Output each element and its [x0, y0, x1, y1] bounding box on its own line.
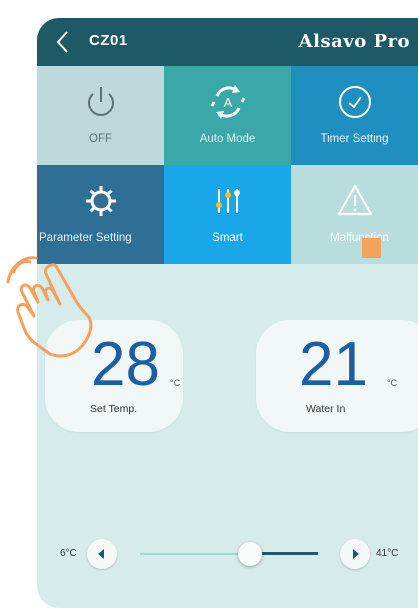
auto-mode-tile[interactable]: A Auto Mode	[164, 66, 291, 165]
smart-label: Smart	[212, 232, 243, 244]
timer-setting-tile[interactable]: Timer Setting	[291, 66, 418, 165]
off-tile[interactable]: OFF	[37, 66, 164, 165]
timer-setting-label: Timer Setting	[320, 133, 389, 145]
water-in-label: Water In	[306, 403, 346, 415]
app-title: Alsavo Pro	[298, 31, 410, 52]
edge-marker	[362, 238, 381, 258]
back-icon[interactable]	[53, 29, 73, 55]
parameter-setting-label: Parameter Setting	[39, 232, 132, 244]
clock-icon	[338, 86, 371, 118]
parameter-setting-tile[interactable]: Parameter Setting	[37, 165, 164, 264]
sliders-icon	[215, 189, 240, 213]
water-in-card: 21 °C Water In	[256, 320, 418, 432]
function-grid: OFF A Auto Mode Timer Setting Parameter …	[37, 66, 418, 264]
min-temp-label: 6°C	[60, 548, 77, 559]
auto-mode-label: Auto Mode	[199, 133, 256, 145]
water-in-unit: °C	[387, 378, 398, 388]
power-icon	[87, 87, 114, 116]
device-name: CZ01	[89, 32, 128, 49]
temperature-slider: 6°C 41°C	[0, 530, 418, 580]
increase-button[interactable]	[340, 539, 370, 569]
slider-track[interactable]	[140, 553, 251, 555]
slider-thumb[interactable]	[238, 542, 263, 566]
left-arrow-icon	[98, 549, 104, 559]
pointing-hand-icon	[6, 256, 93, 358]
right-arrow-icon	[353, 549, 359, 559]
gear-icon	[85, 186, 116, 216]
malfunction-tile[interactable]: Malfunction	[291, 165, 418, 264]
malfunction-label: Malfunction	[330, 232, 389, 244]
water-in-value: 21	[299, 330, 368, 399]
set-temp-label: Set Temp.	[90, 403, 138, 415]
set-temp-unit: °C	[170, 378, 181, 388]
auto-mode-icon: A	[210, 85, 245, 119]
svg-text:A: A	[223, 95, 232, 110]
max-temp-label: 41°C	[376, 548, 399, 559]
smart-tile[interactable]: Smart	[164, 165, 291, 264]
top-bar: CZ01 Alsavo Pro	[37, 18, 418, 66]
decrease-button[interactable]	[87, 539, 117, 569]
off-label: OFF	[89, 133, 112, 145]
warning-icon	[337, 184, 372, 216]
